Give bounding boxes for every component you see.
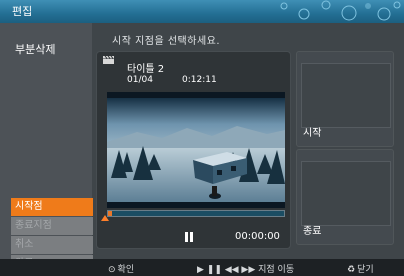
- return-icon: ♻: [347, 265, 356, 275]
- close-label: 닫기: [357, 265, 374, 275]
- video-frame[interactable]: [107, 92, 285, 208]
- edit-screen: 편집 부분삭제 시작점 종료지점 취소 완료 시작 지점을 선택하세요. 타이틀…: [0, 0, 404, 276]
- navigation-hint: ▶ ❚❚ ◀◀ ▶▶ 지점 이동: [197, 265, 295, 275]
- title-bar: 편집: [0, 0, 404, 23]
- confirm-label: 확인: [117, 265, 135, 275]
- instruction-text: 시작 지점을 선택하세요.: [112, 36, 221, 47]
- start-point-slot[interactable]: 시작: [296, 51, 394, 147]
- video-player: 타이틀 2 01/04 0:12:11 00:00:00: [96, 51, 291, 249]
- close-hint[interactable]: ♻ 닫기: [347, 262, 374, 275]
- end-thumbnail: [301, 161, 391, 226]
- progress-bar[interactable]: [107, 210, 285, 217]
- chapter-counter: 01/04: [127, 75, 153, 85]
- total-duration: 0:12:11: [182, 75, 217, 85]
- menu-item-end-point[interactable]: 종료지점: [11, 217, 93, 235]
- video-scene: [107, 92, 285, 208]
- title-name: 타이틀 2: [127, 64, 165, 75]
- select-button-icon: ⊙: [108, 265, 116, 275]
- decorative-bubbles: [280, 0, 401, 21]
- window-title: 편집: [12, 5, 33, 18]
- start-slot-label: 시작: [303, 128, 322, 139]
- sidebar-title: 부분삭제: [15, 43, 56, 56]
- menu-item-start-point[interactable]: 시작점: [11, 198, 93, 216]
- current-timecode: 00:00:00: [235, 231, 280, 242]
- sidebar: 부분삭제 시작점 종료지점 취소 완료: [0, 23, 93, 273]
- help-bar: ⊙ 확인 ▶ ❚❚ ◀◀ ▶▶ 지점 이동 ♻ 닫기: [0, 259, 404, 276]
- confirm-hint[interactable]: ⊙ 확인: [108, 262, 134, 275]
- start-thumbnail: [301, 63, 391, 128]
- clapperboard-icon: [103, 56, 114, 64]
- end-slot-label: 종료: [303, 226, 322, 237]
- end-point-slot[interactable]: 종료: [296, 149, 394, 245]
- pause-icon[interactable]: [185, 232, 193, 242]
- menu-item-cancel[interactable]: 취소: [11, 236, 93, 254]
- start-marker-icon: [101, 215, 109, 221]
